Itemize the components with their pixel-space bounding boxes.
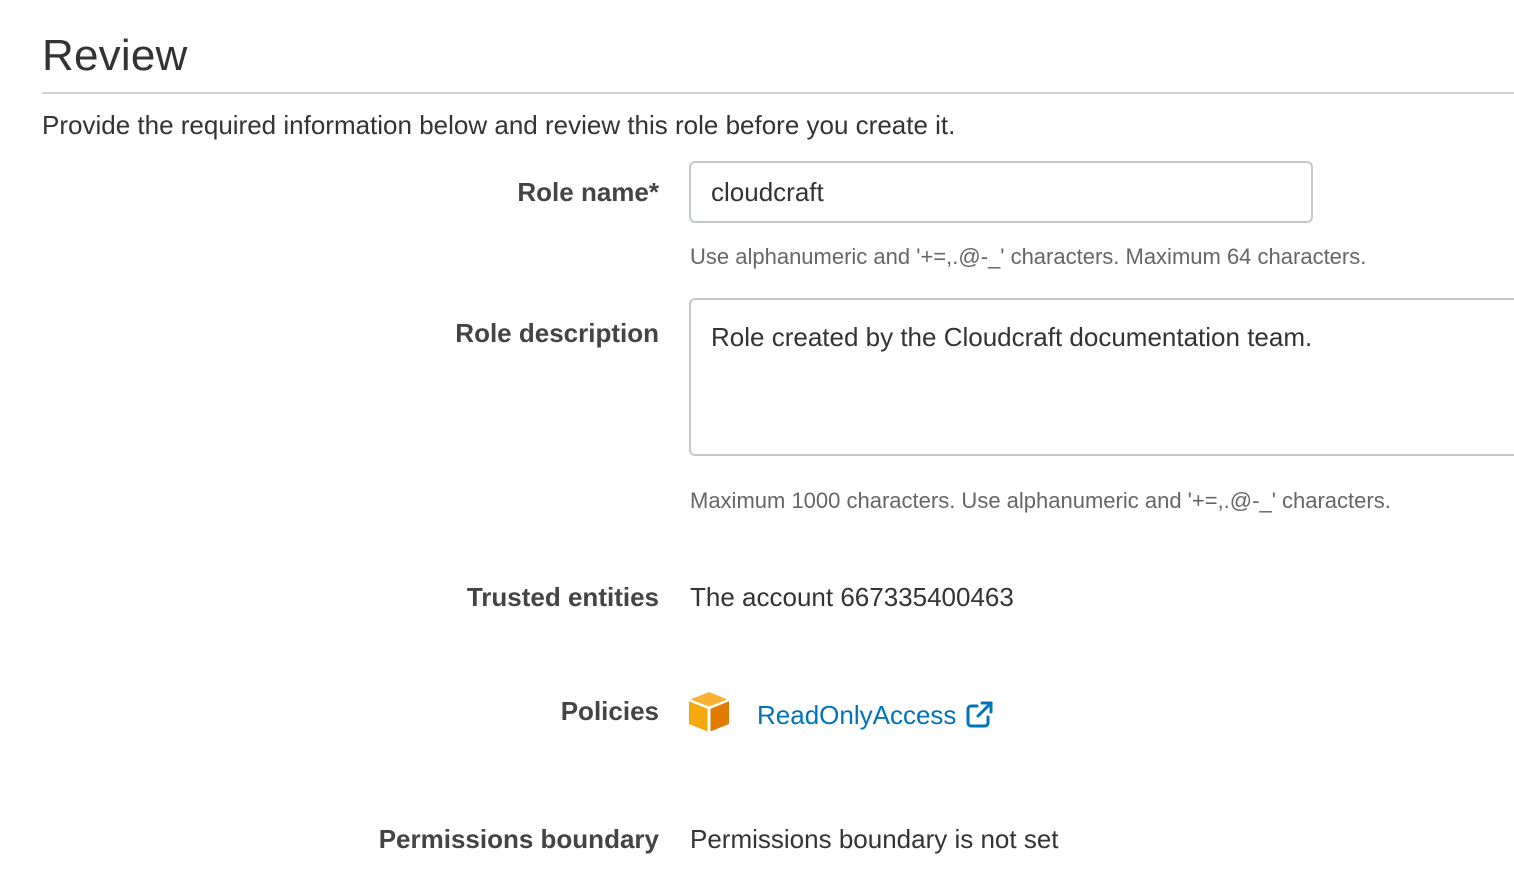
trusted-entities-label: Trusted entities xyxy=(466,582,659,612)
aws-managed-policy-cube-icon xyxy=(687,690,731,734)
policy-name: ReadOnlyAccess xyxy=(757,700,957,730)
role-description-label: Role description xyxy=(455,318,659,348)
title-divider xyxy=(42,92,1514,94)
trusted-entities-value: The account 667335400463 xyxy=(690,582,1014,612)
external-link-icon xyxy=(964,700,994,730)
role-name-label: Role name* xyxy=(517,177,659,207)
role-description-textarea[interactable]: Role created by the Cloudcraft documenta… xyxy=(689,298,1514,456)
permissions-boundary-value: Permissions boundary is not set xyxy=(690,824,1059,854)
page-intro: Provide the required information below a… xyxy=(42,110,956,140)
role-description-hint: Maximum 1000 characters. Use alphanumeri… xyxy=(690,488,1391,513)
policies-label: Policies xyxy=(560,696,659,726)
page-title: Review xyxy=(42,31,188,80)
permissions-boundary-label: Permissions boundary xyxy=(378,824,659,854)
policy-link-readonlyaccess[interactable]: ReadOnlyAccess xyxy=(757,698,994,732)
role-name-input[interactable] xyxy=(689,161,1313,223)
role-name-hint: Use alphanumeric and '+=,.@-_' character… xyxy=(690,244,1367,269)
